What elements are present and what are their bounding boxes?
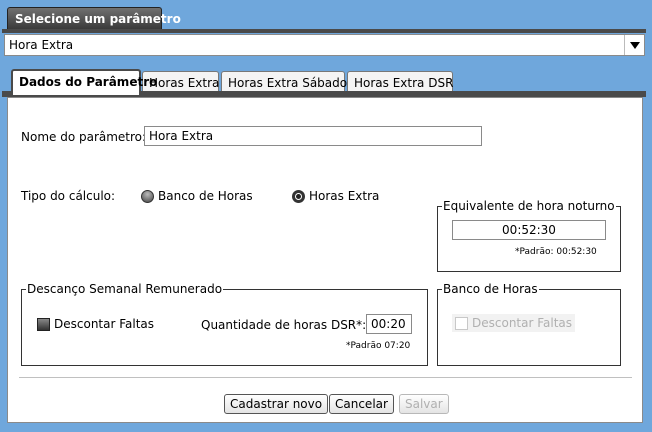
banco-descontar-checkbox[interactable]: Descontar Faltas <box>452 314 576 332</box>
radio-banco-de-horas[interactable]: Banco de Horas <box>141 189 253 203</box>
tab-panel: Nome do parâmetro: Hora Extra Tipo do cá… <box>7 97 643 423</box>
dsr-qtd-input[interactable]: 00:20 <box>366 314 412 334</box>
header-divider <box>2 29 646 33</box>
parameter-select-value: Hora Extra <box>9 38 74 52</box>
form-divider <box>19 377 632 378</box>
salvar-button[interactable]: Salvar <box>399 394 449 414</box>
noturno-hint: *Padrão: 00:52:30 <box>515 247 597 257</box>
noturno-input[interactable]: 00:52:30 <box>452 220 606 240</box>
cancelar-button[interactable]: Cancelar <box>329 394 394 414</box>
banco-legend: Banco de Horas <box>442 282 539 296</box>
noturno-group: Equivalente de hora noturno 00:52:30 *Pa… <box>437 199 621 272</box>
noturno-input-value: 00:52:30 <box>502 223 556 237</box>
tipo-calculo-label: Tipo do cálculo: <box>21 189 116 203</box>
dsr-qtd-value: 00:20 <box>371 317 406 331</box>
dsr-descontar-checkbox[interactable]: Descontar Faltas <box>37 317 154 331</box>
dsr-group: Descanço Semanal Remunerado Descontar Fa… <box>21 282 428 366</box>
radio-horas-label: Horas Extra <box>309 189 380 203</box>
noturno-legend: Equivalente de hora noturno <box>442 199 616 213</box>
nome-input-value: Hora Extra <box>149 129 214 143</box>
parameter-header-tab: Selecione um parâmetro <box>7 7 181 29</box>
radio-banco-label: Banco de Horas <box>158 189 253 203</box>
radio-horas-extra[interactable]: Horas Extra <box>292 189 379 203</box>
checkbox-icon[interactable] <box>37 317 50 331</box>
tab-dados-do-parametro[interactable]: Dados do Parâmetro <box>11 69 157 95</box>
chevron-down-icon[interactable] <box>624 35 644 55</box>
nome-input[interactable]: Hora Extra <box>144 126 482 146</box>
checkbox-disabled-icon <box>455 316 468 330</box>
banco-group: Banco de Horas Descontar Faltas <box>437 282 621 366</box>
tab-horas-extra-sabado[interactable]: Horas Extra Sábado <box>221 71 347 93</box>
radio-selected-icon[interactable] <box>292 189 305 203</box>
cadastrar-novo-button[interactable]: Cadastrar novo <box>224 394 329 414</box>
dsr-checkbox-label: Descontar Faltas <box>54 317 155 331</box>
parameter-select[interactable]: Hora Extra <box>4 34 645 56</box>
nome-label: Nome do parâmetro: <box>21 130 147 144</box>
banco-checkbox-label: Descontar Faltas <box>472 316 573 330</box>
dsr-qtd-label: Quantidade de horas DSR*: <box>201 318 367 332</box>
dsr-legend: Descanço Semanal Remunerado <box>26 282 224 296</box>
tab-horas-extra-dsr[interactable]: Horas Extra DSR <box>347 71 453 93</box>
radio-unselected-icon[interactable] <box>141 189 154 203</box>
dsr-hint: *Padrão 07:20 <box>346 341 411 351</box>
